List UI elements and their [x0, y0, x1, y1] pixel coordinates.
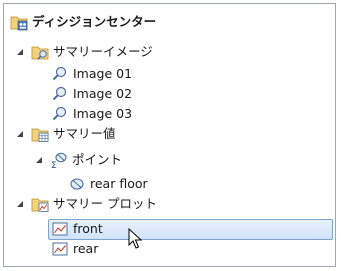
decision-center-tree-panel: ディシジョンセンター サマリーイメージ Image 01 Image 02 Im… [3, 3, 336, 267]
tree-item-rear-floor[interactable]: rear floor [68, 174, 148, 194]
image-probe-icon [51, 85, 69, 103]
expand-triangle-icon[interactable] [35, 156, 43, 164]
svg-text:Σ: Σ [51, 161, 57, 169]
decision-center-folder-icon [10, 13, 28, 31]
tree-item-front[interactable]: front [51, 219, 103, 239]
expand-triangle-icon[interactable] [16, 200, 24, 208]
expand-triangle-icon[interactable] [16, 130, 24, 138]
summary-plot-folder-icon [31, 195, 49, 213]
tree-item-label: rear [73, 241, 99, 256]
tree-group-summary-plots[interactable]: サマリー プロット [31, 194, 157, 214]
tree-item-label: Image 03 [73, 106, 133, 121]
point-probe-icon [68, 175, 86, 193]
tree-item-image-01[interactable]: Image 01 [51, 64, 132, 84]
tree-item-image-03[interactable]: Image 03 [51, 104, 132, 124]
tree-group-label: サマリー値 [53, 126, 116, 141]
point-sigma-icon: Σ [50, 151, 68, 171]
tree-item-label: front [73, 221, 103, 236]
tree-group-summary-values[interactable]: サマリー値 [31, 124, 116, 144]
tree-item-label: Image 02 [73, 86, 133, 101]
tree-group-label: サマリー プロット [53, 196, 157, 211]
summary-value-folder-icon [31, 125, 49, 143]
tree-group-summary-images[interactable]: サマリーイメージ [31, 42, 153, 62]
summary-image-folder-icon [31, 43, 49, 61]
plot-icon [51, 240, 69, 258]
tree-item-rear[interactable]: rear [51, 239, 98, 259]
expand-triangle-icon[interactable] [16, 48, 24, 56]
tree-root-decision-center[interactable]: ディシジョンセンター [10, 12, 156, 32]
plot-icon [51, 220, 69, 238]
image-probe-icon [51, 65, 69, 83]
tree-subgroup-label: ポイント [72, 152, 123, 167]
tree-item-image-02[interactable]: Image 02 [51, 84, 132, 104]
tree-group-label: サマリーイメージ [53, 44, 153, 59]
tree-item-label: rear floor [90, 176, 148, 191]
mouse-pointer-icon [128, 228, 143, 249]
image-probe-icon [51, 105, 69, 123]
tree-subgroup-points[interactable]: Σ ポイント [50, 150, 123, 171]
tree-root-label: ディシジョンセンター [32, 14, 157, 29]
tree-item-label: Image 01 [73, 66, 133, 81]
